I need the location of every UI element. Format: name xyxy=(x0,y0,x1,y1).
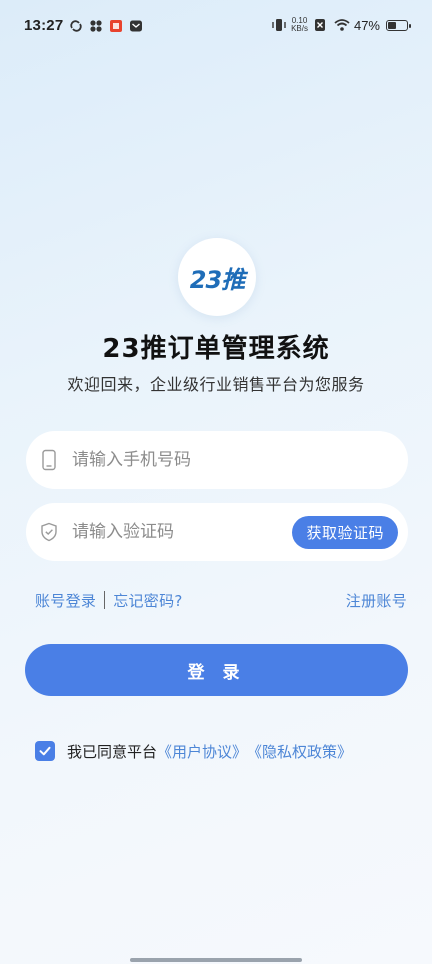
sim-icon xyxy=(314,18,328,32)
page-title: 23推订单管理系统 xyxy=(102,334,330,364)
status-right: 0.10 KB/s 47% xyxy=(271,17,411,33)
forgot-password-link[interactable]: 忘记密码? xyxy=(113,590,182,611)
auth-links: 账号登录 忘记密码? 注册账号 xyxy=(35,588,407,612)
account-login-link[interactable]: 账号登录 xyxy=(35,590,96,611)
code-input[interactable] xyxy=(72,522,293,542)
agreement-checkbox[interactable] xyxy=(35,741,55,761)
phone-icon xyxy=(40,449,58,471)
page-subtitle: 欢迎回来，企业级行业销售平台为您服务 xyxy=(67,375,365,394)
sync-icon xyxy=(69,18,83,32)
wifi-icon xyxy=(334,18,350,32)
privacy-policy-link[interactable]: 《隐私权政策》 xyxy=(247,741,352,762)
agreement-prefix: 我已同意平台 xyxy=(67,742,158,761)
agreement-row: 我已同意平台 《用户协议》 《隐私权政策》 xyxy=(35,739,352,763)
net-speed-unit: KB/s xyxy=(291,24,308,33)
logo-text: 23推 xyxy=(189,265,245,294)
battery-level xyxy=(388,21,397,29)
user-agreement-link[interactable]: 《用户协议》 xyxy=(157,741,247,762)
register-link[interactable]: 注册账号 xyxy=(346,590,407,611)
red-app-icon xyxy=(109,18,123,32)
phone-field[interactable] xyxy=(26,431,408,489)
vibrate-icon xyxy=(271,18,286,32)
app-logo: 23推 xyxy=(178,238,256,316)
battery-icon xyxy=(386,19,411,31)
home-indicator[interactable] xyxy=(130,958,302,962)
phone-input[interactable] xyxy=(72,450,398,470)
link-divider xyxy=(104,591,106,609)
shield-icon xyxy=(40,521,58,543)
battery-percent: 47% xyxy=(353,17,380,33)
login-button[interactable]: 登 录 xyxy=(25,644,408,696)
check-icon xyxy=(39,746,51,756)
status-left: 13:27 xyxy=(24,17,143,34)
status-bar: 13:27 0.10 KB/s 47% xyxy=(0,0,432,50)
code-field[interactable]: 获取验证码 xyxy=(26,503,408,561)
mail-icon xyxy=(129,18,143,32)
clock: 13:27 xyxy=(24,16,64,34)
grid-app-icon xyxy=(89,18,103,32)
net-speed: 0.10 KB/s xyxy=(291,17,308,33)
get-code-button[interactable]: 获取验证码 xyxy=(292,515,398,549)
